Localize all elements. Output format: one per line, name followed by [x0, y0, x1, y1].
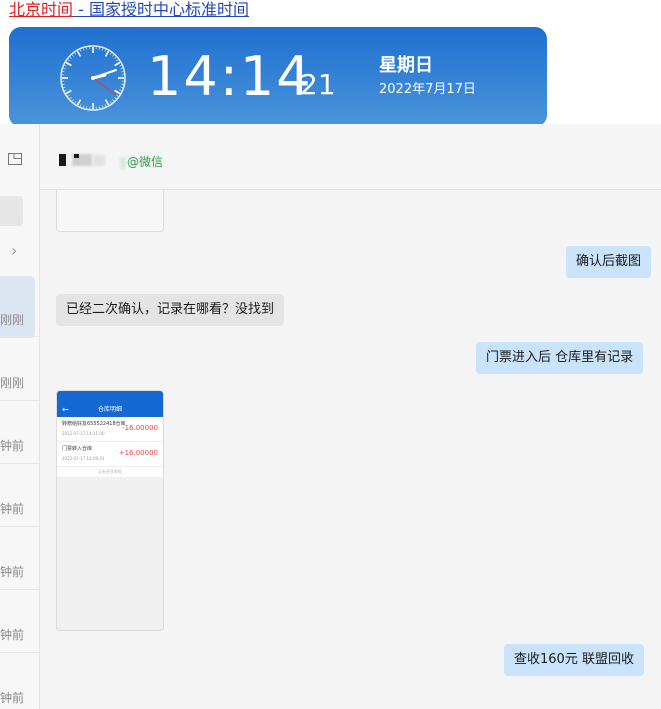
popout-window-icon[interactable] — [8, 153, 22, 165]
clock-tick — [63, 68, 66, 70]
clock-tick — [83, 48, 85, 51]
clock-tick — [65, 89, 72, 95]
clock-tick — [64, 89, 67, 91]
clock-tick — [109, 101, 112, 104]
clock-tick — [120, 86, 123, 88]
clock-tick — [80, 49, 82, 52]
sidebar-search-box[interactable] — [0, 196, 23, 226]
chevron-right-icon[interactable]: › — [11, 241, 17, 260]
sidebar-divider — [0, 400, 39, 401]
clock-tick — [104, 49, 106, 52]
ledger-row-amount: -16.00000 — [122, 424, 158, 432]
minute-hand — [92, 69, 117, 79]
ntsc-time-link[interactable]: - 国家授时中心标准时间 — [73, 0, 249, 19]
clock-banner: 14:14 21 星期日 2022年7月17日 — [9, 27, 547, 127]
clock-tick — [67, 94, 70, 97]
sidebar-divider — [0, 463, 39, 464]
clock-tick — [69, 97, 72, 99]
clock-tick — [116, 59, 119, 62]
ledger-row-date: 2022-07-17 14:11:00 — [62, 431, 105, 436]
clock-tick — [116, 94, 119, 97]
sidebar-item-time: 刚刚 — [0, 376, 25, 390]
phone-title: 仓库明细 — [97, 406, 122, 413]
clock-tick — [109, 52, 112, 55]
clock-date: 2022年7月17日 — [379, 82, 476, 97]
clock-tick — [76, 99, 82, 106]
phone-status-bar — [57, 391, 163, 403]
clock-tick — [114, 61, 121, 67]
clock-tick — [112, 54, 114, 57]
clock-tick — [74, 52, 77, 55]
message-bubble-theirs[interactable]: 已经二次确认，记录在哪看？没找到 — [56, 294, 285, 326]
sidebar-item-time: 钟前 — [0, 502, 25, 516]
chat-header: @微信 — [40, 124, 661, 190]
page-title-link[interactable]: 北京时间 - 国家授时中心标准时间 — [9, 0, 249, 20]
clock-tick — [65, 61, 72, 67]
sidebar-divider — [0, 526, 39, 527]
sidebar-item-time: 钟前 — [0, 565, 25, 579]
sidebar-divider — [0, 589, 39, 590]
phone-title-bar: ← 仓库明细 — [57, 403, 163, 417]
clock-time: 14:14 — [147, 45, 313, 108]
ledger-row-amount: +16.00000 — [118, 449, 158, 457]
clock-tick — [101, 48, 103, 51]
wechat-tag-label: @微信 — [127, 155, 164, 169]
conversation-sidebar: › 刚刚 刚刚 钟前 钟前 钟前 钟前 钟前 — [0, 124, 40, 709]
ledger-end-text: 没有更多数据 — [57, 467, 163, 477]
ledger-row: 门票转入仓库 2022-07-17 14:09:41 +16.00000 — [57, 442, 163, 467]
clock-tick — [104, 50, 110, 57]
image-message-partial[interactable] — [56, 190, 164, 232]
clock-tick — [104, 104, 106, 107]
clock-tick — [120, 68, 123, 70]
clock-tick — [69, 57, 72, 59]
clock-tick — [104, 99, 110, 106]
clock-tick — [80, 104, 82, 107]
clock-tick — [72, 54, 74, 57]
sidebar-item-time: 钟前 — [0, 439, 25, 453]
ledger-row-date: 2022-07-17 14:09:41 — [62, 456, 105, 461]
sidebar-item-time: 钟前 — [0, 691, 25, 705]
ledger-row: 转赠给好友655522418仓库 2022-07-17 14:11:00 -16… — [57, 417, 163, 442]
ledger-row-label: 转赠给好友655522418仓库 — [62, 421, 126, 427]
clock-seconds: 21 — [300, 68, 336, 101]
clock-tick — [114, 57, 117, 59]
ledger-row-label: 门票转入仓库 — [62, 446, 93, 452]
clock-tick — [76, 50, 82, 57]
back-arrow-icon: ← — [62, 405, 69, 414]
clock-tick — [72, 99, 74, 102]
clock-tick — [119, 89, 122, 91]
sidebar-item-time: 刚刚 — [0, 313, 25, 327]
clock-tick — [83, 105, 85, 108]
clock-tick — [119, 65, 122, 67]
contact-name-redacted — [57, 154, 105, 166]
message-bubble-mine[interactable]: 门票进入后 仓库里有记录 — [476, 342, 644, 374]
chat-app: › 刚刚 刚刚 钟前 钟前 钟前 钟前 钟前 @微信 确认后截图 已经二次确认，… — [0, 124, 661, 709]
beijing-time-link[interactable]: 北京时间 — [9, 0, 73, 19]
clock-tick — [74, 101, 77, 104]
image-message-screenshot[interactable]: ← 仓库明细 转赠给好友655522418仓库 2022-07-17 14:11… — [56, 390, 164, 631]
clock-tick — [101, 105, 103, 108]
sidebar-divider — [0, 336, 39, 337]
message-bubble-mine[interactable]: 查收160元 联盟回收 — [504, 644, 644, 676]
sidebar-divider — [0, 652, 39, 653]
sidebar-item-active[interactable] — [0, 276, 35, 338]
analog-clock-icon — [60, 45, 126, 111]
clock-weekday: 星期日 — [379, 55, 433, 76]
clock-tick — [63, 86, 66, 88]
clock-tick — [67, 59, 70, 62]
wechat-source-tag: @微信 — [120, 153, 163, 170]
clock-tick — [114, 89, 121, 95]
clock-tick — [112, 99, 114, 102]
sidebar-item-time: 钟前 — [0, 628, 25, 642]
clock-tick — [64, 65, 67, 67]
chat-panel: @微信 确认后截图 已经二次确认，记录在哪看？没找到 门票进入后 仓库里有记录 … — [40, 124, 661, 709]
message-bubble-mine[interactable]: 确认后截图 — [566, 246, 652, 278]
clock-tick — [114, 97, 117, 99]
